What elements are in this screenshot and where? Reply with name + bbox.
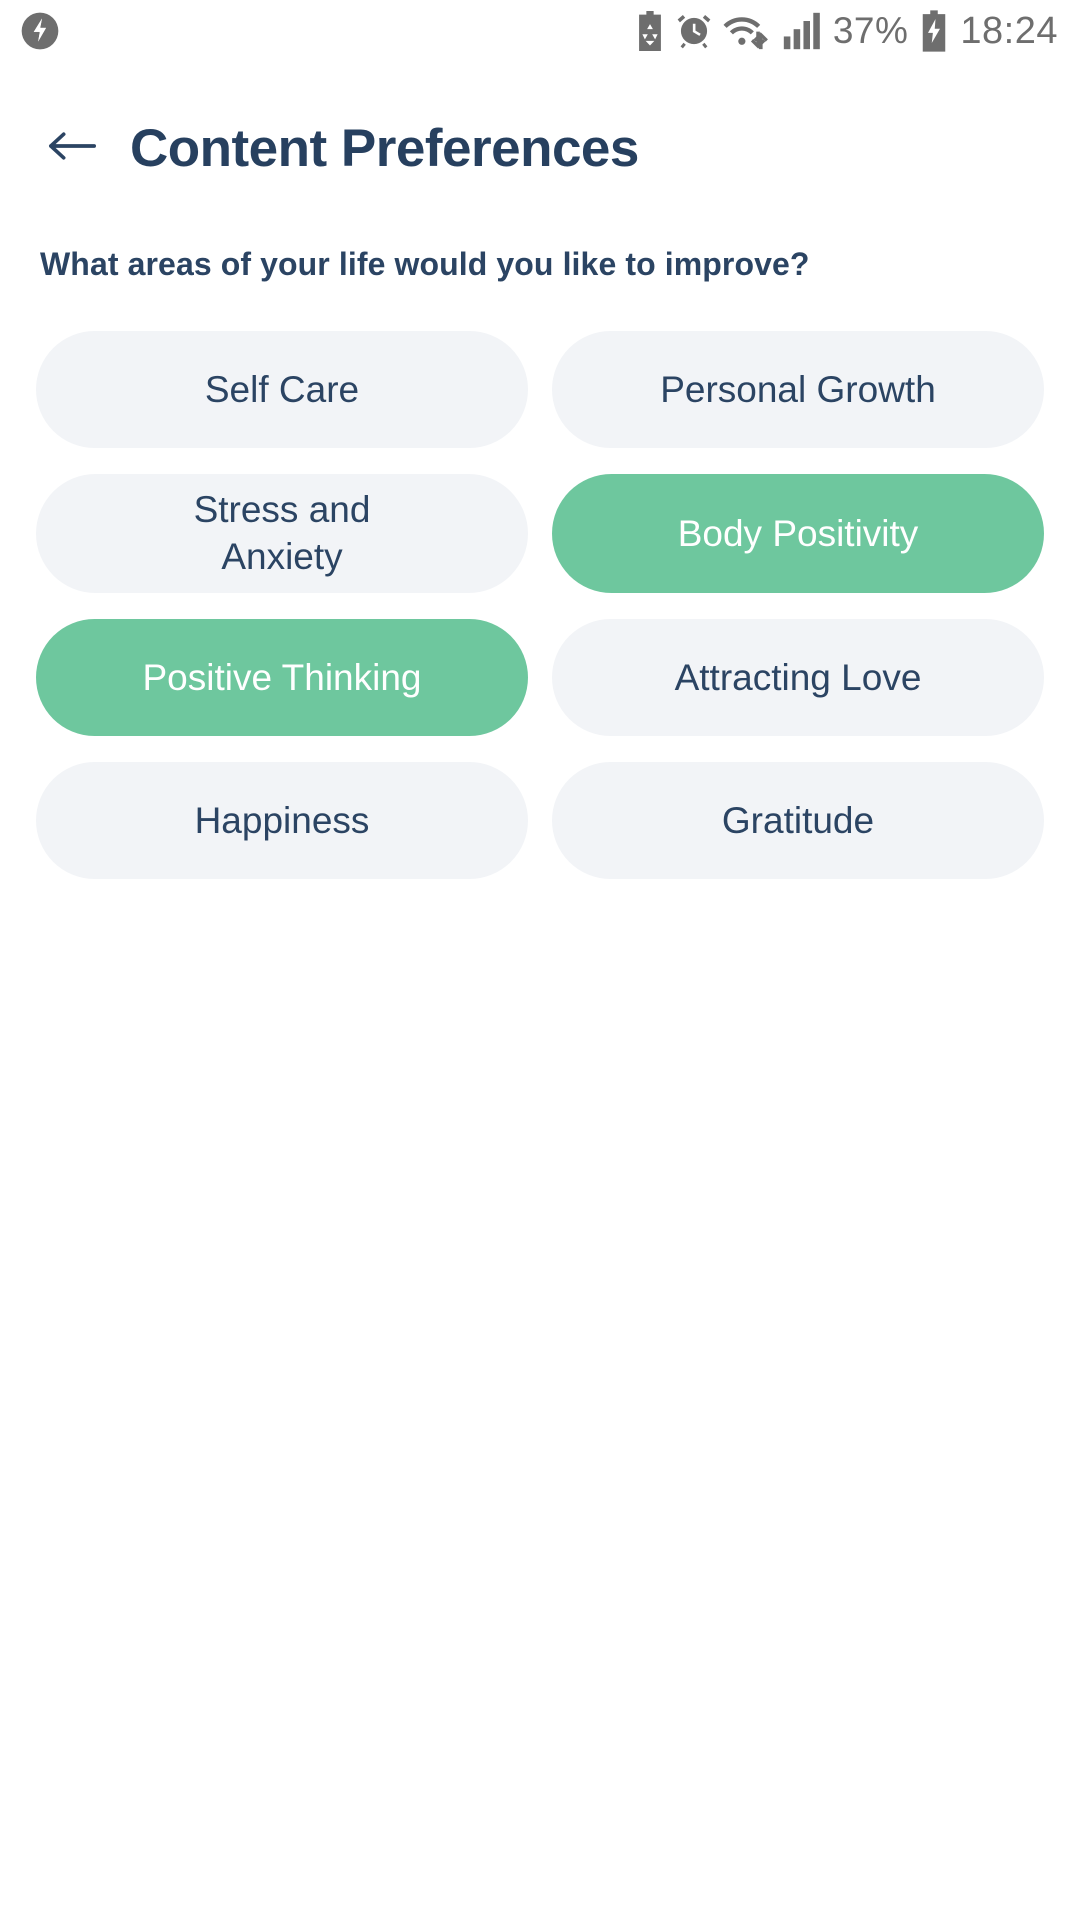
chip-attracting-love[interactable]: Attracting Love bbox=[552, 618, 1044, 736]
chip-positive-thinking[interactable]: Positive Thinking bbox=[36, 618, 528, 736]
status-bar-left bbox=[18, 9, 62, 53]
status-bar-clock: 18:24 bbox=[960, 9, 1058, 52]
cellular-signal-icon bbox=[782, 11, 822, 51]
question-label: What areas of your life would you like t… bbox=[40, 246, 810, 282]
chip-self-care[interactable]: Self Care bbox=[36, 331, 528, 448]
status-bar-right: 37% 18:24 bbox=[635, 10, 1058, 53]
chip-gratitude[interactable]: Gratitude bbox=[552, 761, 1044, 879]
broken-bolt-circle-icon bbox=[18, 9, 62, 53]
battery-charging-icon bbox=[919, 10, 949, 52]
battery-percentage: 37% bbox=[832, 10, 909, 51]
battery-saver-icon bbox=[635, 11, 665, 51]
page-title: Content Preferences bbox=[130, 118, 639, 178]
app-bar: Content Preferences bbox=[0, 62, 1080, 182]
preference-chip-grid: Self Care Personal Growth Stress and Anx… bbox=[36, 331, 1044, 879]
chip-stress-and-anxiety[interactable]: Stress and Anxiety bbox=[36, 474, 528, 593]
back-button[interactable] bbox=[44, 120, 100, 176]
chip-body-positivity[interactable]: Body Positivity bbox=[552, 474, 1044, 593]
chip-happiness[interactable]: Happiness bbox=[36, 761, 528, 879]
back-arrow-icon bbox=[46, 126, 98, 171]
status-bar: 37% 18:24 bbox=[0, 0, 1080, 62]
chip-personal-growth[interactable]: Personal Growth bbox=[552, 331, 1044, 448]
alarm-clock-icon bbox=[676, 12, 712, 50]
wifi-transfer-icon bbox=[723, 11, 771, 51]
